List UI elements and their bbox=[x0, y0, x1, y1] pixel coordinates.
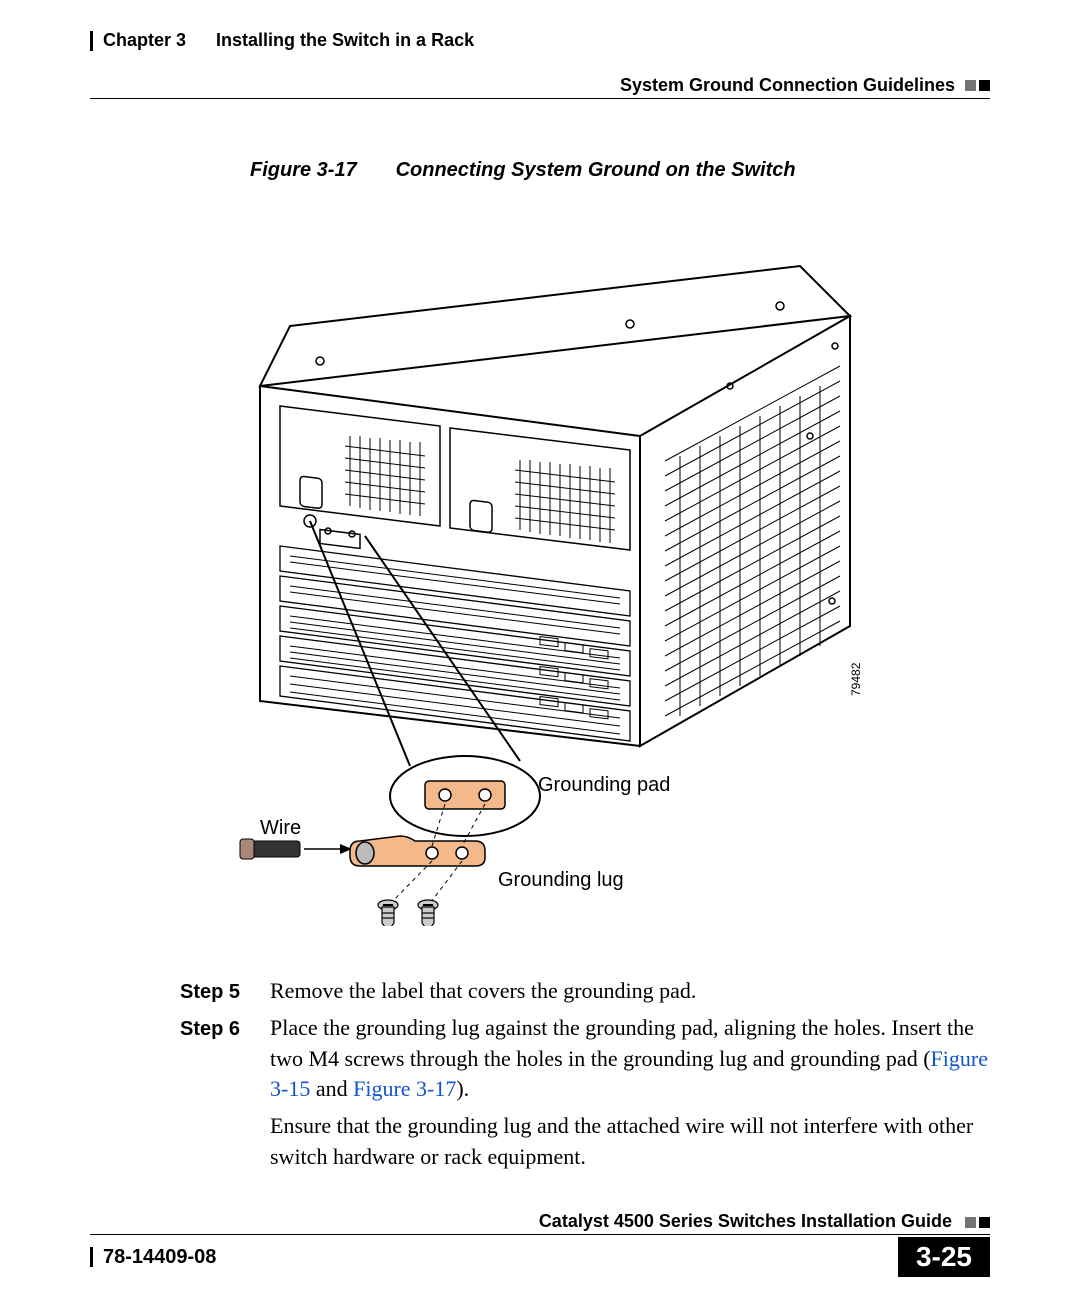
header-rule-icon bbox=[90, 31, 93, 51]
grounding-lug-label: Grounding lug bbox=[498, 869, 624, 891]
step-list: Step 5 Remove the label that covers the … bbox=[180, 976, 990, 1173]
figure-caption: Figure 3-17 Connecting System Ground on … bbox=[250, 159, 990, 182]
chapter-number: Chapter 3 bbox=[103, 30, 186, 51]
step-6-text: Place the grounding lug against the grou… bbox=[270, 1013, 990, 1105]
grounding-pad-label: Grounding pad bbox=[538, 774, 670, 796]
step-6-note: x Ensure that the grounding lug and the … bbox=[180, 1111, 990, 1173]
footer-squares-icon bbox=[965, 1217, 990, 1228]
figure-number: Figure 3-17 bbox=[250, 159, 390, 182]
header-rule bbox=[90, 98, 990, 99]
figure-title-text: Connecting System Ground on the Switch bbox=[396, 159, 796, 181]
chapter-title: Installing the Switch in a Rack bbox=[216, 30, 474, 51]
doc-number: 78-14409-08 bbox=[103, 1246, 216, 1269]
wire-label: Wire bbox=[260, 817, 301, 839]
guide-title: Catalyst 4500 Series Switches Installati… bbox=[539, 1211, 952, 1231]
art-id-label: 79482 bbox=[849, 662, 863, 696]
step-6-note-text: Ensure that the grounding lug and the at… bbox=[270, 1111, 990, 1173]
page-footer: Catalyst 4500 Series Switches Installati… bbox=[90, 1211, 990, 1277]
step-5-label: Step 5 bbox=[180, 976, 270, 1007]
switch-grounding-diagram: 79482 Grounding pad Wire Grounding lug bbox=[210, 206, 870, 926]
page-number: 3-25 bbox=[898, 1237, 990, 1277]
step-5-text: Remove the label that covers the groundi… bbox=[270, 976, 990, 1007]
step-6-label: Step 6 bbox=[180, 1013, 270, 1105]
step-5: Step 5 Remove the label that covers the … bbox=[180, 976, 990, 1007]
section-title: System Ground Connection Guidelines bbox=[620, 75, 955, 96]
footer-rule-icon bbox=[90, 1247, 93, 1267]
chapter-heading: Chapter 3 Installing the Switch in a Rac… bbox=[90, 30, 474, 51]
header-squares-icon bbox=[965, 80, 990, 91]
page-header: Chapter 3 Installing the Switch in a Rac… bbox=[90, 30, 990, 51]
figure-3-17-link[interactable]: Figure 3-17 bbox=[353, 1076, 456, 1101]
step-6: Step 6 Place the grounding lug against t… bbox=[180, 1013, 990, 1105]
